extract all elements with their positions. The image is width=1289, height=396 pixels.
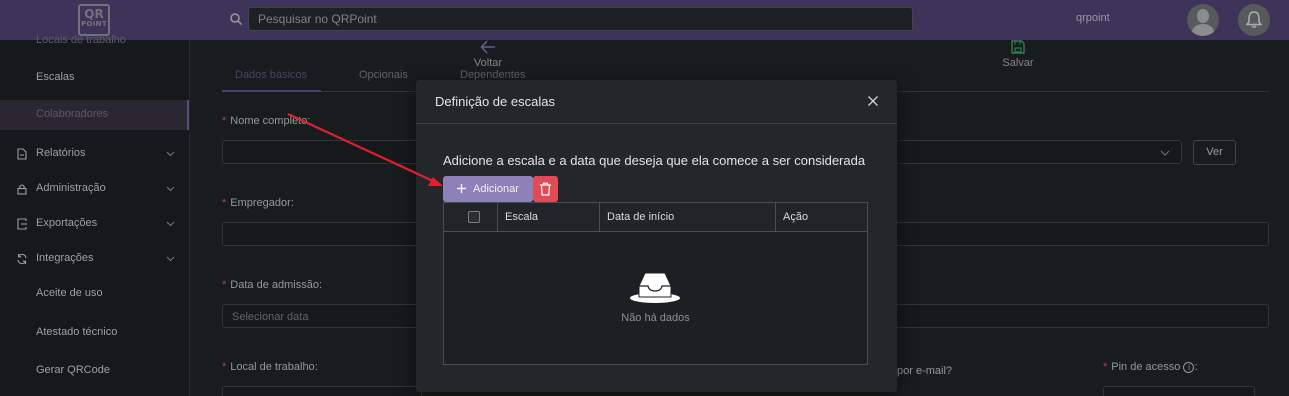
annotation-arrow (287, 113, 443, 186)
